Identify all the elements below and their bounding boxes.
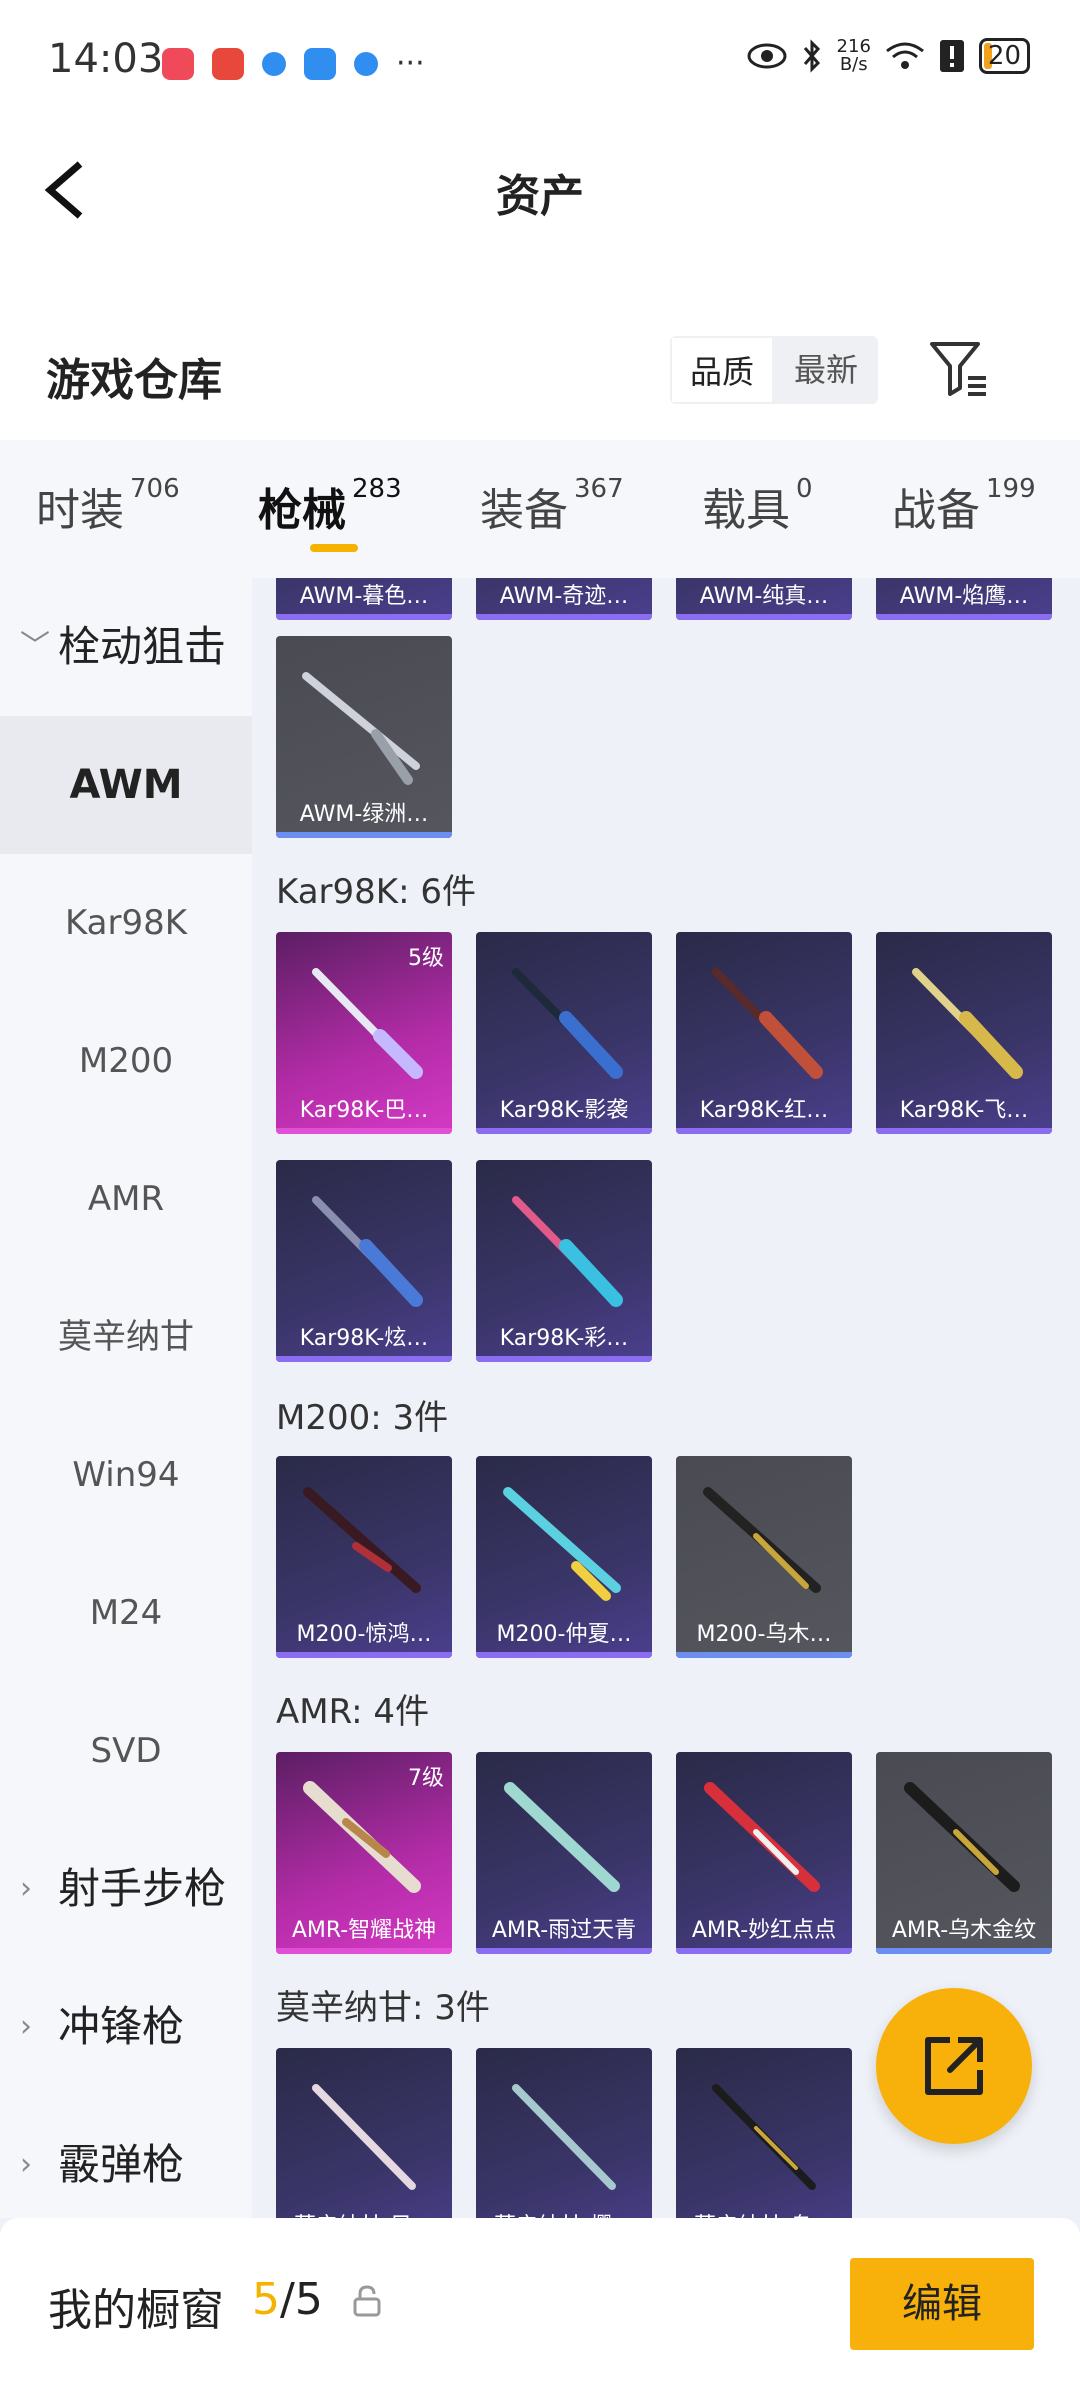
browser-app-icon xyxy=(262,51,286,76)
weapon-card[interactable]: M200-惊鸿… xyxy=(276,1456,452,1658)
mail-app-icon xyxy=(162,47,194,80)
alert-app-icon xyxy=(212,47,244,80)
tab-supplies[interactable]: 战备 199 xyxy=(892,474,1036,538)
network-speed: 216 B/s xyxy=(836,36,871,75)
rifle-icon xyxy=(512,2084,616,2190)
sidebar-group-marksman[interactable]: › 射手步枪 xyxy=(0,1820,252,1958)
rifle-icon xyxy=(712,2084,816,2190)
tab-fashion[interactable]: 时装 706 xyxy=(36,474,180,538)
sniper-rifle-icon xyxy=(703,1487,821,1593)
share-external-icon xyxy=(925,2037,983,2095)
weapon-card[interactable]: AWM-暮色… xyxy=(276,578,452,620)
weapon-grid: AWM-暮色… AWM-奇迹… AWM-纯真… AWM-焰鹰… AWM-绿洲… … xyxy=(252,578,1080,2218)
sort-toggle: 品质 最新 xyxy=(670,336,878,404)
weapon-card[interactable]: AMR-乌木金纹 xyxy=(876,1752,1052,1954)
weapon-card[interactable]: AWM-纯真… xyxy=(676,578,852,620)
bluetooth-icon xyxy=(803,39,820,73)
more-notifications-icon: ··· xyxy=(396,46,425,81)
page-title: 资产 xyxy=(496,171,584,222)
section-title: 游戏仓库 xyxy=(46,355,222,406)
chevron-right-icon: › xyxy=(20,2009,32,2044)
chevron-right-icon: › xyxy=(20,1871,32,1906)
tab-equipment[interactable]: 装备 367 xyxy=(480,474,624,538)
weapon-type-sidebar: ﹀ 栓动狙击 AWM Kar98K M200 AMR 莫辛纳甘 Win94 M24… xyxy=(0,578,252,2218)
weapon-card[interactable]: Kar98K-彩… xyxy=(476,1160,652,1362)
category-tabs: 时装 706 枪械 283 装备 367 载具 0 战备 199 xyxy=(0,440,1080,578)
weapon-card[interactable]: Kar98K-炫… xyxy=(276,1160,452,1362)
rifle-icon xyxy=(312,968,423,1079)
weapon-card[interactable]: AWM-焰鹰… xyxy=(876,578,1052,620)
status-time: 14:03 xyxy=(48,36,164,82)
weapon-card[interactable]: 7级 AMR-智耀战神 xyxy=(276,1752,452,1954)
showcase-label: 我的橱窗 xyxy=(48,2285,224,2336)
sort-by-newest[interactable]: 最新 xyxy=(774,336,878,404)
rifle-icon xyxy=(512,968,623,1079)
sniper-rifle-icon xyxy=(503,1487,621,1601)
system-status: 216 B/s 20 xyxy=(747,38,1030,74)
showcase-count: 5/5 xyxy=(252,2274,323,2325)
weapon-card[interactable]: AWM-绿洲… xyxy=(276,636,452,838)
status-bar: 14:03 ··· 216 B/s 20 xyxy=(0,0,1080,120)
weapon-card[interactable]: M200-仲夏… xyxy=(476,1456,652,1658)
weapon-card[interactable]: Kar98K-飞… xyxy=(876,932,1052,1134)
sidebar-item-win94[interactable]: Win94 xyxy=(0,1406,252,1544)
eye-icon xyxy=(747,43,787,69)
sidebar-group-bolt-action[interactable]: ﹀ 栓动狙击 xyxy=(0,578,252,716)
tab-firearms[interactable]: 枪械 283 xyxy=(258,474,402,538)
sidebar-item-amr[interactable]: AMR xyxy=(0,1130,252,1268)
showcase-bar: 我的橱窗 5/5 编辑 xyxy=(0,2218,1080,2382)
wifi-icon xyxy=(885,42,924,69)
weapon-card[interactable]: Kar98K-红… xyxy=(676,932,852,1134)
sidebar-group-shotgun[interactable]: › 霰弹枪 xyxy=(0,2096,252,2218)
rifle-icon xyxy=(312,2084,416,2190)
chevron-down-icon: ﹀ xyxy=(20,629,50,664)
group-title-mosin: 莫辛纳甘: 3件 xyxy=(276,1988,490,2028)
sidebar-item-awm[interactable]: AWM xyxy=(0,716,252,854)
filter-icon[interactable] xyxy=(928,338,990,398)
sidebar-item-m24[interactable]: M24 xyxy=(0,1544,252,1682)
sidebar-group-smg[interactable]: › 冲锋枪 xyxy=(0,1958,252,2096)
notification-icons: ··· xyxy=(162,46,425,81)
weapon-card[interactable]: Kar98K-影袭 xyxy=(476,932,652,1134)
sort-by-quality[interactable]: 品质 xyxy=(670,336,774,404)
weapon-card[interactable]: AWM-奇迹… xyxy=(476,578,652,620)
active-tab-indicator xyxy=(310,544,358,552)
lock-icon xyxy=(353,2285,381,2317)
warehouse-header: 游戏仓库 品质 最新 xyxy=(0,260,1080,440)
group-title-m200: M200: 3件 xyxy=(276,1398,449,1438)
weapon-card[interactable]: 莫辛纳甘-乌… xyxy=(676,2048,852,2218)
group-title-kar98k: Kar98K: 6件 xyxy=(276,872,476,912)
browser-app-icon-2 xyxy=(354,51,378,76)
tab-vehicles[interactable]: 载具 0 xyxy=(702,474,813,538)
battery-indicator: 20 xyxy=(978,38,1030,74)
sidebar-item-m200[interactable]: M200 xyxy=(0,992,252,1130)
rifle-icon xyxy=(312,1196,423,1307)
sim-alert-icon xyxy=(939,40,964,72)
edit-button[interactable]: 编辑 xyxy=(850,2258,1034,2350)
weapon-card[interactable]: 5级 Kar98K-巴… xyxy=(276,932,452,1134)
sniper-rifle-icon xyxy=(302,672,420,785)
weapon-card[interactable]: 莫辛纳甘-樱… xyxy=(476,2048,652,2218)
weapon-card[interactable]: M200-乌木… xyxy=(676,1456,852,1658)
anti-materiel-rifle-icon xyxy=(904,1782,1020,1892)
bluetooth-app-icon xyxy=(304,47,336,80)
sidebar-item-svd[interactable]: SVD xyxy=(0,1682,252,1820)
group-title-amr: AMR: 4件 xyxy=(276,1692,430,1732)
rifle-icon xyxy=(912,968,1023,1079)
anti-materiel-rifle-icon xyxy=(704,1782,820,1892)
weapon-card[interactable]: AMR-雨过天青 xyxy=(476,1752,652,1954)
rifle-icon xyxy=(712,968,823,1079)
weapon-card[interactable]: AMR-妙红点点 xyxy=(676,1752,852,1954)
sidebar-item-mosin[interactable]: 莫辛纳甘 xyxy=(0,1268,252,1406)
page-header: 资产 xyxy=(0,120,1080,260)
chevron-right-icon: › xyxy=(20,2147,32,2182)
anti-materiel-rifle-icon xyxy=(504,1782,620,1892)
weapon-card[interactable]: 莫辛纳甘-风… xyxy=(276,2048,452,2218)
rifle-icon xyxy=(512,1196,623,1307)
share-button[interactable] xyxy=(876,1988,1032,2144)
anti-materiel-rifle-icon xyxy=(303,1781,421,1893)
sniper-rifle-icon xyxy=(303,1487,421,1593)
sidebar-item-kar98k[interactable]: Kar98K xyxy=(0,854,252,992)
